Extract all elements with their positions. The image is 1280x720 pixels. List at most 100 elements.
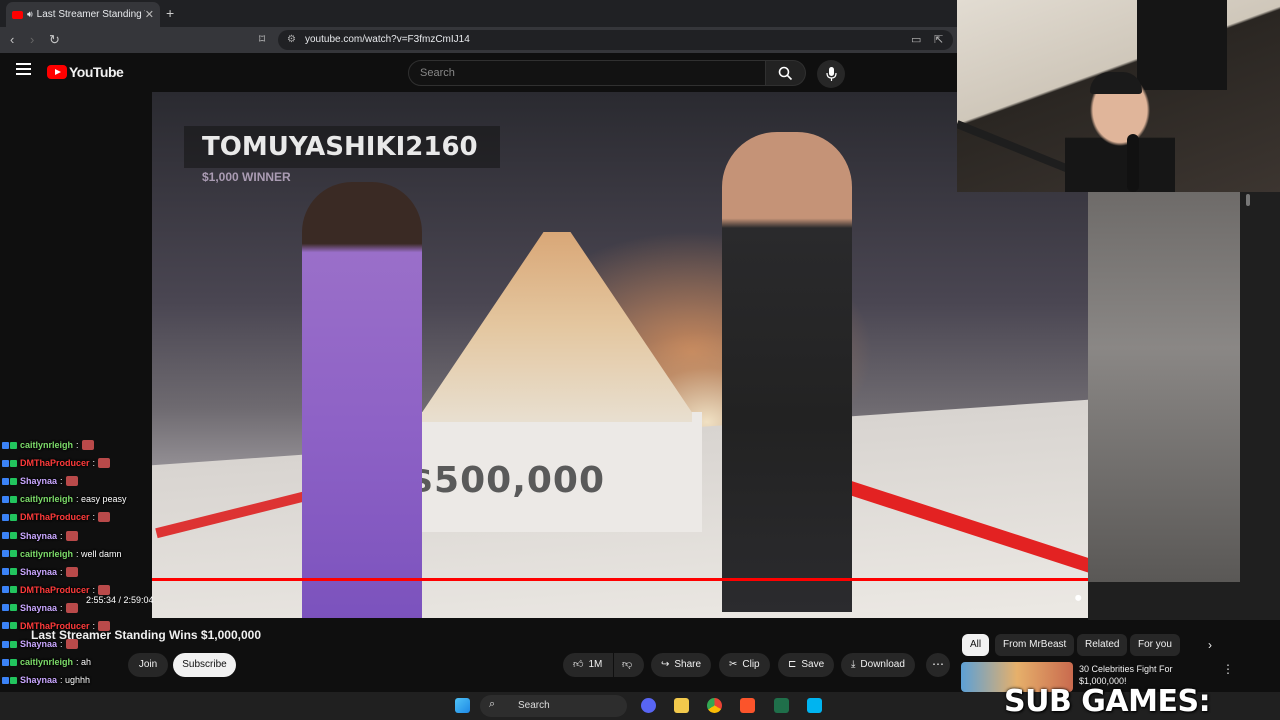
video-progress-fill (152, 578, 1088, 581)
share-button[interactable]: ↪ Share (651, 653, 712, 677)
chat-username: Shaynaa (20, 602, 58, 613)
bookmark-icon[interactable]: ⌑ (259, 32, 265, 46)
like-button[interactable]: 👍︎ 1M (563, 653, 613, 677)
chat-badges (2, 676, 17, 684)
windows-start-icon[interactable] (455, 698, 470, 713)
stream-chat-overlay: caitlynrleigh: DMThaProducer: Shaynaa: cait… (0, 436, 190, 720)
youtube-play-logo-icon (47, 65, 67, 79)
chat-text: : (92, 620, 96, 631)
clip-button[interactable]: ✂ Clip (719, 653, 770, 677)
download-icon: ⤓ (851, 659, 856, 670)
tab-title: Last Streamer Standing Wins (36, 9, 145, 20)
speaker-icon[interactable]: 🔊︎ (27, 9, 33, 20)
badge-icon (2, 586, 9, 594)
save-label: Save (801, 659, 825, 670)
chat-message: caitlynrleigh: ah (0, 653, 190, 671)
sub-games-counter: SUB GAMES: 17/50 (1004, 684, 1211, 720)
badge-icon (10, 441, 17, 449)
chat-text: : (60, 476, 63, 487)
chat-badges (2, 477, 17, 485)
video-progress-bar[interactable] (152, 578, 1088, 581)
contestant-figure (302, 182, 422, 618)
youtube-logo[interactable]: YouTube (47, 64, 124, 80)
autoplay-toggle-icon[interactable]: ⏺︎ (1075, 590, 1082, 606)
chat-badges (2, 459, 17, 467)
chevron-right-icon[interactable]: › (1208, 638, 1212, 652)
chrome-icon[interactable] (707, 698, 722, 713)
download-button[interactable]: ⤓ Download (841, 653, 915, 677)
more-actions-button[interactable]: ⋯ (926, 653, 950, 677)
forward-icon[interactable]: › (30, 32, 34, 47)
chat-message: Shaynaa: (0, 526, 190, 544)
cast-icon[interactable]: ▭ (911, 30, 921, 50)
chip-for-you[interactable]: For you (1130, 634, 1180, 656)
microphone-icon (825, 67, 837, 81)
taskbar-search[interactable]: Search (480, 695, 627, 717)
chat-message: Shaynaa: (0, 635, 190, 653)
chat-badges (2, 640, 17, 648)
background-scene (1088, 192, 1240, 582)
stage-amount: $500,000 (408, 460, 606, 501)
chat-badges (2, 550, 17, 558)
brave-browser-icon[interactable] (740, 698, 755, 713)
chat-message: Shaynaa: (0, 472, 190, 490)
badge-icon (2, 658, 9, 666)
site-info-icon[interactable]: ⚙︎ (287, 30, 296, 50)
reload-icon[interactable]: ↻ (49, 32, 60, 48)
winner-name-overlay: TOMUYASHIKI2160 (184, 126, 500, 168)
video-player[interactable]: $500,000 TOMUYASHIKI2160 $1,000 WINNER ⏺… (152, 92, 1088, 618)
right-side-panel (1088, 192, 1280, 620)
chat-username: Shaynaa (20, 639, 58, 650)
emote-icon (65, 602, 78, 613)
chat-username: Shaynaa (20, 476, 58, 487)
share-page-icon[interactable]: ⇱ (934, 30, 943, 50)
excel-icon[interactable] (774, 698, 789, 713)
badge-icon (10, 477, 17, 485)
chip-from-mrbeast[interactable]: From MrBeast (995, 634, 1075, 656)
search-input[interactable]: Search (408, 60, 766, 86)
close-tab-icon[interactable]: ✕ (145, 8, 154, 21)
chat-username: caitlynrleigh (20, 440, 74, 451)
badge-icon (10, 532, 17, 540)
badge-icon (2, 676, 9, 684)
thumbs-up-icon: 👍︎ (573, 659, 584, 670)
chip-all[interactable]: All (962, 634, 990, 656)
search-button[interactable] (766, 60, 806, 86)
chip-related[interactable]: Related (1077, 634, 1128, 656)
save-button[interactable]: ⊏ Save (778, 653, 835, 677)
dislike-button[interactable]: 👎︎ (614, 653, 644, 677)
browser-tab[interactable]: 🔊︎ Last Streamer Standing Wins ✕ (6, 2, 160, 27)
chat-badges (2, 622, 17, 630)
new-tab-icon[interactable]: + (166, 5, 174, 21)
chat-badges (2, 495, 17, 503)
emote-icon (98, 512, 111, 523)
emote-icon (65, 566, 78, 577)
mic-arm (957, 120, 1070, 173)
app-icon[interactable] (807, 698, 822, 713)
menu-icon[interactable] (16, 63, 31, 75)
chat-text: : (92, 512, 96, 523)
voice-search-button[interactable] (817, 60, 845, 88)
thumbs-down-icon: 👎︎ (622, 659, 633, 670)
badge-icon (10, 658, 17, 666)
emote-icon (98, 458, 111, 469)
chat-text: : easy peasy (76, 494, 127, 505)
badge-icon (10, 676, 17, 684)
chat-username: DMThaProducer (20, 512, 90, 523)
url-field[interactable]: ⚙︎ youtube.com/watch?v=F3fmzCmIJ14 ▭ ⇱ (278, 30, 953, 50)
file-explorer-icon[interactable] (674, 698, 689, 713)
youtube-header: YouTube Search (0, 53, 957, 92)
clip-label: Clip (742, 659, 760, 670)
emote-icon (65, 639, 78, 650)
discord-icon[interactable] (641, 698, 656, 713)
search-icon (778, 66, 793, 80)
chat-message: caitlynrleigh: well damn (0, 545, 190, 563)
emote-icon (98, 620, 111, 631)
badge-icon (2, 640, 9, 648)
back-icon[interactable]: ‹ (10, 32, 14, 47)
scrollbar[interactable] (1246, 194, 1250, 206)
chat-text: : (92, 458, 96, 469)
more-vertical-icon[interactable]: ⋮ (1222, 662, 1234, 676)
badge-icon (10, 550, 17, 558)
video-timecode: 2:55:34 / 2:59:04 (86, 595, 154, 605)
